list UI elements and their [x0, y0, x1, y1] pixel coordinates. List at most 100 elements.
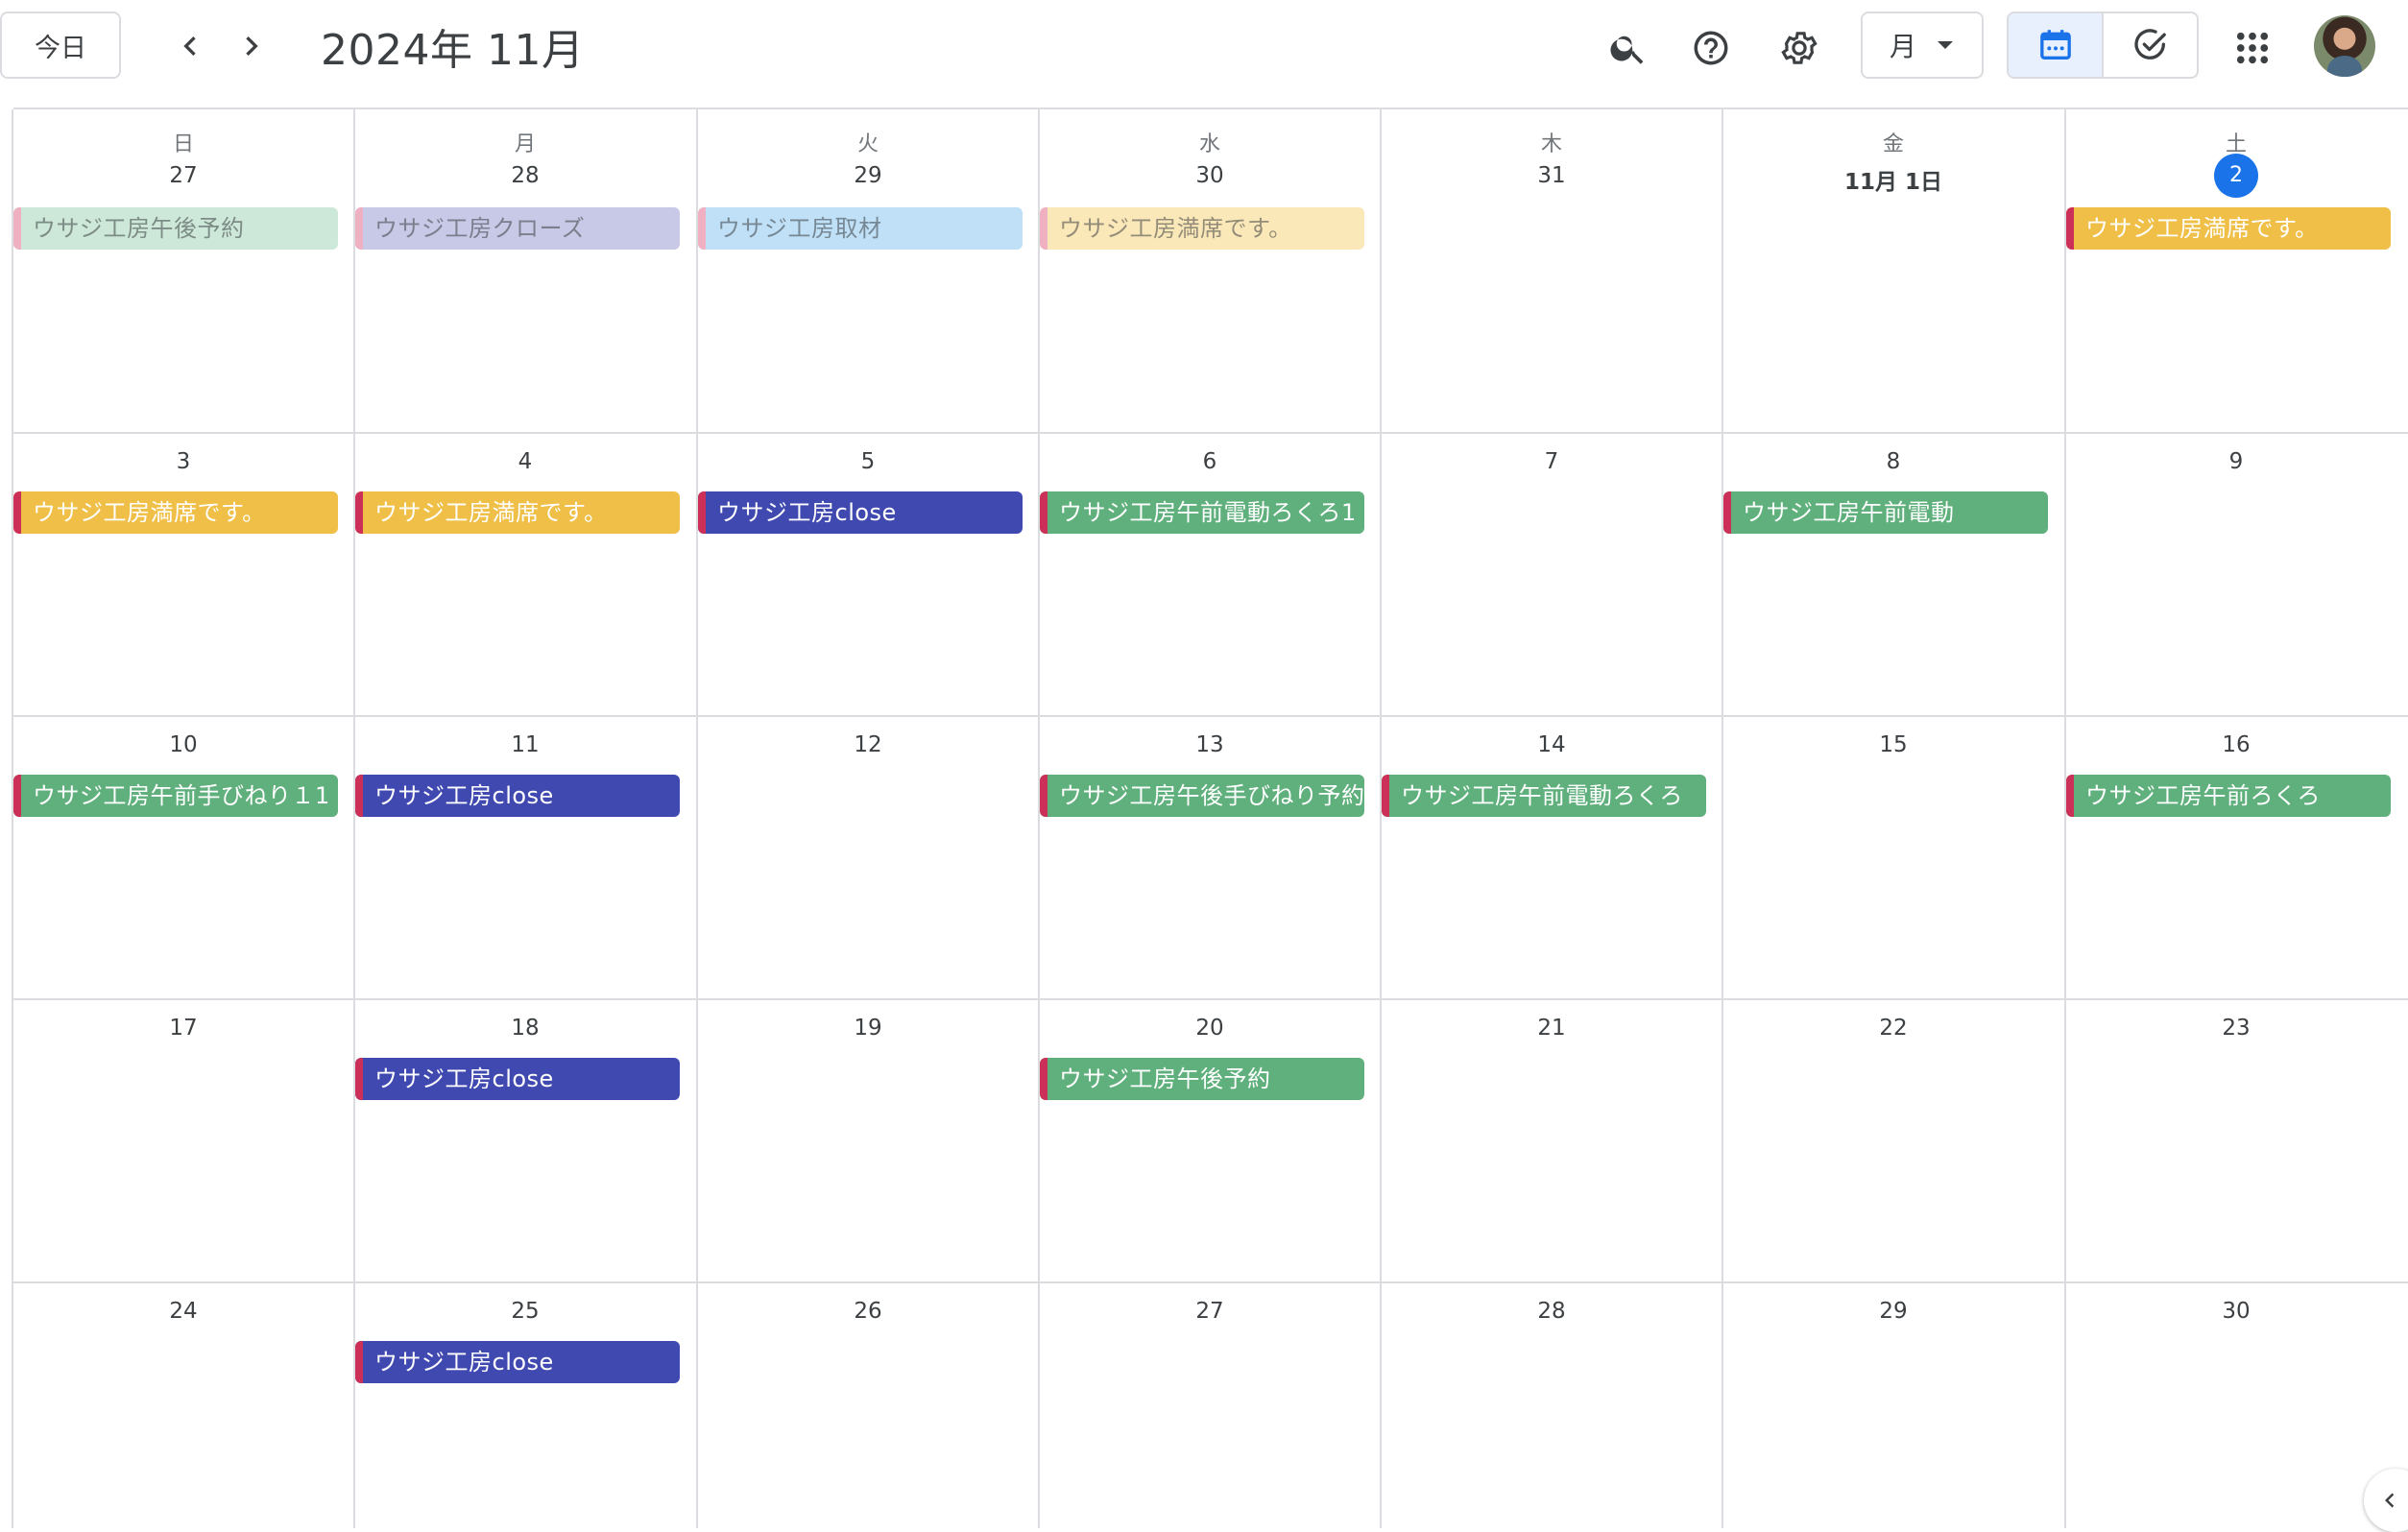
event-chip[interactable]: ウサジ工房午後予約 [13, 207, 338, 250]
day-cell[interactable]: 22 [1723, 998, 2063, 1281]
day-number[interactable]: 6 [1040, 449, 1380, 474]
day-cell[interactable]: 15 [1723, 715, 2063, 998]
day-cell[interactable]: 8 ウサジ工房午前電動 [1723, 432, 2063, 715]
day-number[interactable]: 11月 1日 [1723, 163, 2063, 196]
event-chip[interactable]: ウサジ工房close [355, 775, 680, 817]
day-cell[interactable]: 日 27 ウサジ工房午後予約 [13, 109, 353, 432]
day-number[interactable]: 2 [2066, 154, 2406, 198]
day-number[interactable]: 14 [1382, 732, 1722, 757]
previous-month-button[interactable] [163, 19, 217, 73]
day-number[interactable]: 7 [1382, 449, 1722, 474]
day-number[interactable]: 18 [355, 1016, 695, 1041]
search-button[interactable] [1601, 21, 1655, 75]
day-number[interactable]: 10 [13, 732, 353, 757]
day-cell[interactable]: 14 ウサジ工房午前電動ろくろ [1382, 715, 1722, 998]
day-cell[interactable]: 土 2 ウサジ工房満席です。 [2066, 109, 2406, 432]
day-number[interactable]: 11 [355, 732, 695, 757]
day-cell[interactable]: 24 [13, 1281, 353, 1528]
day-cell[interactable]: 3 ウサジ工房満席です。 [13, 432, 353, 715]
day-cell[interactable]: 13 ウサジ工房午後手びねり予約 [1040, 715, 1380, 998]
day-cell[interactable]: 29 [1723, 1281, 2063, 1528]
day-number[interactable]: 15 [1723, 732, 2063, 757]
day-number[interactable]: 17 [13, 1016, 353, 1041]
day-cell[interactable]: 4 ウサジ工房満席です。 [355, 432, 695, 715]
day-number[interactable]: 8 [1723, 449, 2063, 474]
day-number[interactable]: 9 [2066, 449, 2406, 474]
event-chip[interactable]: ウサジ工房午前電動ろくろ1 [1040, 491, 1364, 534]
event-chip[interactable]: ウサジ工房午後手びねり予約 [1040, 775, 1364, 817]
day-number[interactable]: 23 [2066, 1016, 2406, 1041]
day-number[interactable]: 27 [13, 163, 353, 188]
calendar-view-toggle[interactable] [2009, 13, 2104, 77]
settings-button[interactable] [1772, 21, 1826, 75]
day-number[interactable]: 26 [698, 1299, 1038, 1324]
day-number[interactable]: 12 [698, 732, 1038, 757]
event-chip[interactable]: ウサジ工房満席です。 [1040, 207, 1364, 250]
day-number[interactable]: 30 [1040, 163, 1380, 188]
day-number[interactable]: 25 [355, 1299, 695, 1324]
day-number[interactable]: 4 [355, 449, 695, 474]
day-cell[interactable]: 18 ウサジ工房close [355, 998, 695, 1281]
day-number[interactable]: 21 [1382, 1016, 1722, 1041]
event-chip[interactable]: ウサジ工房午前ろくろ [2066, 775, 2391, 817]
event-chip[interactable]: ウサジ工房close [355, 1058, 680, 1100]
day-number[interactable]: 13 [1040, 732, 1380, 757]
google-apps-button[interactable] [2226, 21, 2279, 75]
account-avatar[interactable] [2314, 15, 2375, 77]
day-cell[interactable]: 26 [698, 1281, 1038, 1528]
event-chip[interactable]: ウサジ工房満席です。 [13, 491, 338, 534]
day-number[interactable]: 16 [2066, 732, 2406, 757]
help-button[interactable] [1684, 21, 1738, 75]
day-cell[interactable]: 23 [2066, 998, 2406, 1281]
event-chip[interactable]: ウサジ工房満席です。 [355, 491, 680, 534]
day-cell[interactable]: 20 ウサジ工房午後予約 [1040, 998, 1380, 1281]
view-selector[interactable]: 月 [1861, 12, 1984, 79]
day-number[interactable]: 27 [1040, 1299, 1380, 1324]
day-cell[interactable]: 17 [13, 998, 353, 1281]
day-number[interactable]: 29 [698, 163, 1038, 188]
day-cell[interactable]: 11 ウサジ工房close [355, 715, 695, 998]
day-cell[interactable]: 9 [2066, 432, 2406, 715]
day-number[interactable]: 28 [355, 163, 695, 188]
day-number[interactable]: 31 [1382, 163, 1722, 188]
day-cell[interactable]: 火 29 ウサジ工房取材 [698, 109, 1038, 432]
event-chip[interactable]: ウサジ工房close [355, 1341, 680, 1383]
event-chip[interactable]: ウサジ工房午前電動 [1723, 491, 2048, 534]
today-button[interactable]: 今日 [0, 12, 121, 79]
day-number[interactable]: 30 [2066, 1299, 2406, 1324]
day-number[interactable]: 28 [1382, 1299, 1722, 1324]
day-number[interactable]: 5 [698, 449, 1038, 474]
day-cell[interactable]: 25 ウサジ工房close [355, 1281, 695, 1528]
day-number[interactable]: 22 [1723, 1016, 2063, 1041]
day-number-text: 30 [1195, 163, 1224, 188]
day-cell[interactable]: 19 [698, 998, 1038, 1281]
day-cell[interactable]: 10 ウサジ工房午前手びねり１1 [13, 715, 353, 998]
event-chip[interactable]: ウサジ工房午前手びねり１1 [13, 775, 338, 817]
day-cell[interactable]: 金 11月 1日 [1723, 109, 2063, 432]
event-chip[interactable]: ウサジ工房取材 [698, 207, 1023, 250]
day-number[interactable]: 24 [13, 1299, 353, 1324]
day-cell[interactable]: 27 [1040, 1281, 1380, 1528]
day-cell[interactable]: 水 30 ウサジ工房満席です。 [1040, 109, 1380, 432]
day-cell[interactable]: 30 [2066, 1281, 2406, 1528]
day-cell[interactable]: 6 ウサジ工房午前電動ろくろ1 [1040, 432, 1380, 715]
day-cell[interactable]: 16 ウサジ工房午前ろくろ [2066, 715, 2406, 998]
next-month-button[interactable] [225, 19, 278, 73]
day-number[interactable]: 29 [1723, 1299, 2063, 1324]
event-chip[interactable]: ウサジ工房close [698, 491, 1023, 534]
event-chip[interactable]: ウサジ工房クローズ [355, 207, 680, 250]
event-chip[interactable]: ウサジ工房満席です。 [2066, 207, 2391, 250]
day-cell[interactable]: 28 [1382, 1281, 1722, 1528]
day-number[interactable]: 20 [1040, 1016, 1380, 1041]
day-cell[interactable]: 7 [1382, 432, 1722, 715]
day-cell[interactable]: 木 31 [1382, 109, 1722, 432]
day-cell[interactable]: 21 [1382, 998, 1722, 1281]
day-cell[interactable]: 5 ウサジ工房close [698, 432, 1038, 715]
day-cell[interactable]: 12 [698, 715, 1038, 998]
event-chip[interactable]: ウサジ工房午後予約 [1040, 1058, 1364, 1100]
day-number[interactable]: 19 [698, 1016, 1038, 1041]
day-cell[interactable]: 月 28 ウサジ工房クローズ [355, 109, 695, 432]
tasks-view-toggle[interactable] [2104, 13, 2197, 77]
event-chip[interactable]: ウサジ工房午前電動ろくろ [1382, 775, 1706, 817]
day-number[interactable]: 3 [13, 449, 353, 474]
